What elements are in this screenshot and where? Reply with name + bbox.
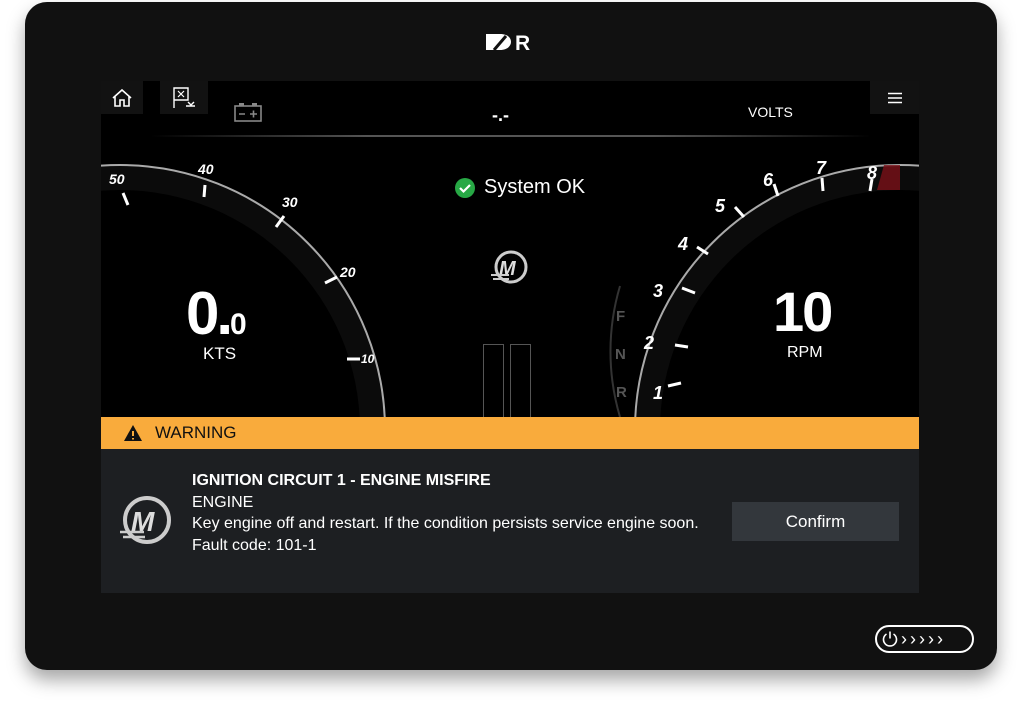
power-icon — [882, 631, 898, 647]
rpm-tick-label: 8 — [867, 163, 878, 183]
trim-bar-right — [510, 344, 531, 418]
rpm-tick-label: 6 — [763, 170, 774, 190]
gear-r: R — [616, 384, 627, 401]
chevron-right-icon: ››››› — [901, 628, 946, 649]
rpm-tick-label: 4 — [678, 234, 689, 254]
rpm-value: 10 — [773, 280, 833, 343]
mercury-logo-icon: M — [491, 250, 528, 284]
speed-tick-label: 10 — [361, 352, 375, 366]
mercury-logo-icon: M — [120, 496, 171, 544]
gear-f: F — [616, 308, 626, 325]
brand-logo: R — [486, 32, 530, 52]
warning-icon — [124, 425, 142, 441]
alert-title: IGNITION CIRCUIT 1 - ENGINE MISFIRE — [192, 472, 491, 489]
speed-tick-label: 40 — [198, 161, 214, 177]
fault-code: Fault code: 101-1 — [192, 536, 317, 554]
system-status: System OK — [455, 176, 585, 199]
screen: -.- VOLTS 50 40 30 20 10 0.0 KTS System … — [101, 81, 919, 593]
rpm-unit: RPM — [787, 344, 823, 361]
alert-text: IGNITION CIRCUIT 1 - ENGINE MISFIRE ENGI… — [192, 470, 732, 556]
speed-unit: KTS — [203, 344, 237, 363]
rpm-tick-label: 1 — [653, 383, 664, 403]
rpm-tick-label: 3 — [653, 281, 664, 301]
power-button[interactable]: ››››› — [875, 625, 974, 653]
warning-bar: WARNING — [101, 417, 919, 449]
alert-source: ENGINE — [192, 493, 254, 511]
check-circle-icon — [455, 177, 475, 198]
speed-tick-label: 20 — [340, 264, 356, 280]
speed-value: 0.0 — [186, 280, 247, 347]
alert-message: Key engine off and restart. If the condi… — [192, 515, 699, 532]
speed-tick-label: 30 — [282, 194, 298, 210]
warning-label: WARNING — [155, 423, 237, 442]
alert-panel: M IGNITION CIRCUIT 1 - ENGINE MISFIRE EN… — [101, 449, 919, 593]
confirm-button[interactable]: Confirm — [732, 502, 899, 541]
gear-n: N — [615, 346, 626, 363]
rpm-tick-label: 2 — [644, 333, 655, 353]
svg-text:R: R — [515, 32, 530, 52]
rpm-tick-label: 5 — [715, 196, 726, 216]
speed-tick-label: 50 — [109, 171, 125, 187]
svg-text:M: M — [499, 258, 517, 280]
trim-bar-left — [483, 344, 504, 418]
rpm-tick-label: 7 — [816, 158, 827, 178]
